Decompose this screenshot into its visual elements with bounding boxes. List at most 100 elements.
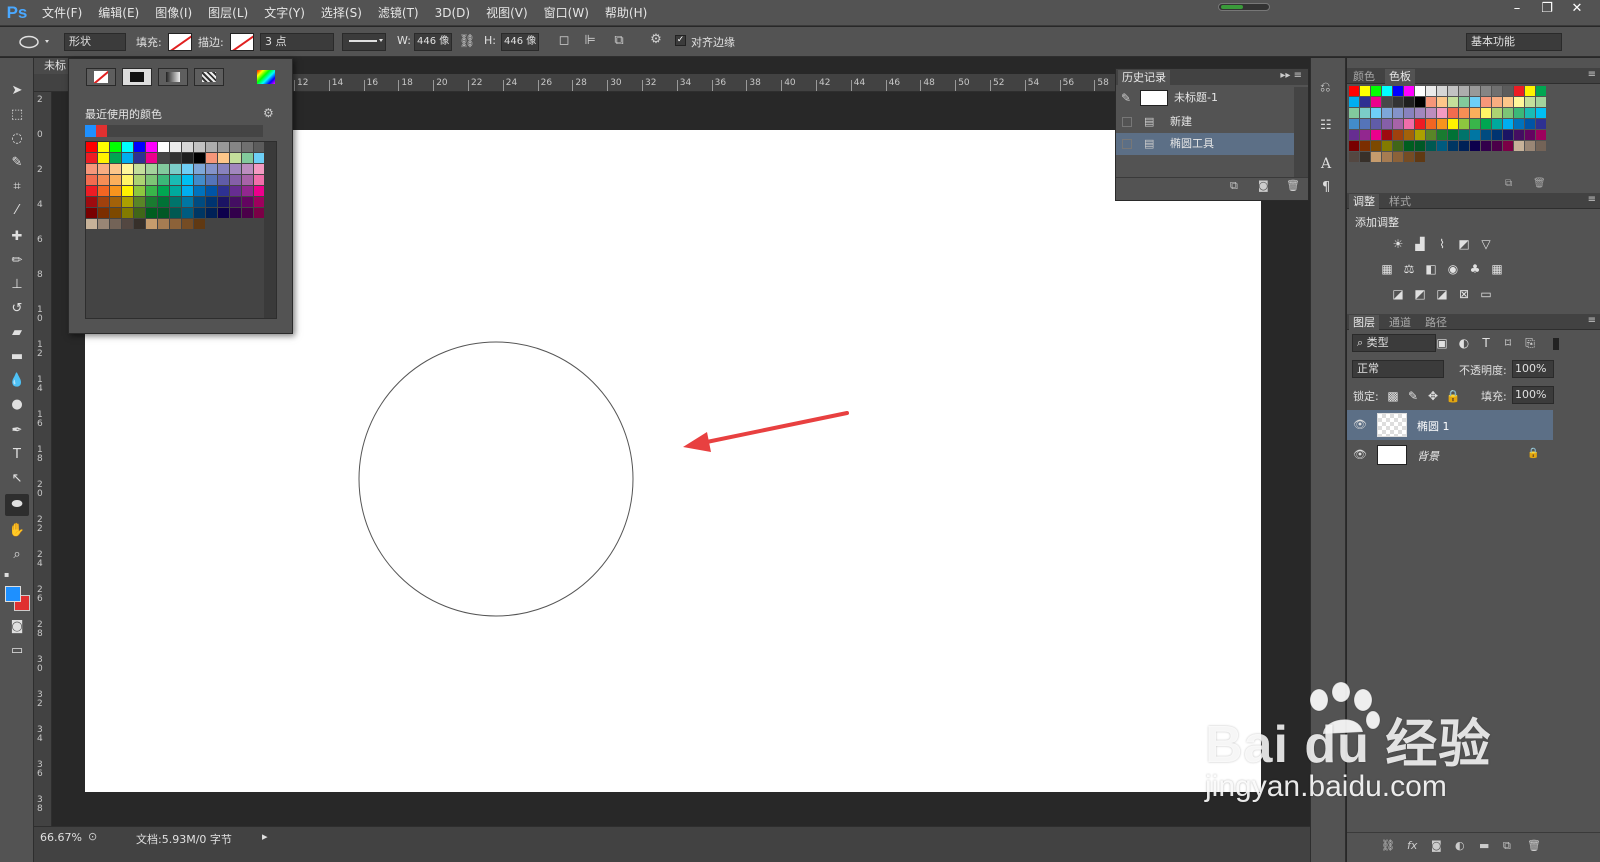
tab-paths[interactable]: 路径 [1421,315,1451,330]
path-arrangement-icon[interactable]: ⧉ [609,33,629,48]
tab-adjustments[interactable]: 调整 [1349,194,1379,209]
color-swatch[interactable] [86,197,97,207]
color-swatch[interactable] [110,208,121,218]
blend-mode-select[interactable]: 正常 [1352,360,1444,378]
swatch-panel-item[interactable] [1415,97,1425,107]
swatch-panel-item[interactable] [1481,108,1491,118]
swatch-panel-item[interactable] [1371,141,1381,151]
stroke-size-input[interactable]: 3 点 [260,33,334,51]
path-select-tool-icon[interactable]: ↖ [5,468,29,490]
color-swatch[interactable] [218,197,229,207]
layer-row-background[interactable]: 👁 背景 🔒 [1347,442,1553,472]
swatch-panel-item[interactable] [1492,130,1502,140]
color-swatch[interactable] [122,175,133,185]
lock-all-icon[interactable]: 🔒 [1445,389,1461,403]
minimize-button[interactable]: – [1502,0,1532,18]
color-swatch[interactable] [230,153,241,163]
quick-select-tool-icon[interactable]: ✎ [5,152,29,174]
color-swatch[interactable] [146,164,157,174]
color-swatch[interactable] [86,142,97,152]
swatch-panel-item[interactable] [1404,86,1414,96]
swatch-panel-item[interactable] [1393,97,1403,107]
swatch-panel-item[interactable] [1525,86,1535,96]
pixel-filter-icon[interactable]: ▣ [1434,336,1450,350]
recent-color-swatch[interactable] [85,125,96,137]
color-swatch[interactable] [230,164,241,174]
trash-icon[interactable]: 🗑 [1286,179,1300,192]
swatch-panel-item[interactable] [1393,86,1403,96]
eye-icon[interactable]: 👁 [1353,418,1367,431]
type-filter-icon[interactable]: T [1478,336,1494,350]
color-swatch[interactable] [170,208,181,218]
swatch-panel-item[interactable] [1393,130,1403,140]
swatch-panel-item[interactable] [1481,119,1491,129]
crop-tool-icon[interactable]: ⌗ [5,176,29,198]
swatch-panel-item[interactable] [1371,86,1381,96]
color-swatch[interactable] [170,186,181,196]
blur-tool-icon[interactable]: 💧 [5,370,29,392]
swatch-panel-item[interactable] [1503,130,1513,140]
workspace-select[interactable]: 基本功能 [1466,33,1562,51]
swatch-panel-item[interactable] [1459,97,1469,107]
color-swatch[interactable] [110,164,121,174]
color-swatch[interactable] [110,219,121,229]
color-swatch[interactable] [98,153,109,163]
color-picker-button[interactable] [257,70,275,84]
swatch-panel-item[interactable] [1437,108,1447,118]
color-swatch[interactable] [122,219,133,229]
color-swatch[interactable] [146,197,157,207]
color-swatch[interactable] [218,175,229,185]
selective-color-icon[interactable]: ⊠ [1456,287,1472,301]
swatch-panel-item[interactable] [1360,108,1370,118]
color-swatch[interactable] [194,142,205,152]
color-swatch[interactable] [110,175,121,185]
swatch-panel-item[interactable] [1382,141,1392,151]
color-swatch[interactable] [158,186,169,196]
swatch-panel-item[interactable] [1415,86,1425,96]
tool-mode-select[interactable]: 形状 [64,33,126,51]
swatch-panel-item[interactable] [1393,108,1403,118]
scrollbar[interactable] [264,142,276,318]
color-swatch[interactable] [158,153,169,163]
color-swatch[interactable] [182,153,193,163]
swatch-panel-item[interactable] [1459,86,1469,96]
color-swatch[interactable] [110,153,121,163]
swatch-panel-item[interactable] [1470,130,1480,140]
swatch-panel-item[interactable] [1437,119,1447,129]
color-swatch[interactable] [146,208,157,218]
gear-icon[interactable]: ⚙ [647,32,665,47]
panel-menu-icon[interactable]: ▸▸ ≡ [1280,70,1302,81]
color-swatch[interactable] [110,142,121,152]
exposure-icon[interactable]: ◩ [1456,237,1472,251]
recent-color-swatch[interactable] [96,125,107,137]
swatch-panel-item[interactable] [1514,108,1524,118]
pen-tool-icon[interactable]: ✒ [5,420,29,442]
info-icon[interactable]: ⊙ [88,830,97,843]
ellipse-tool-icon[interactable]: ⬬ [5,494,29,516]
solid-color-button[interactable] [122,68,152,86]
character-panel-icon[interactable]: A [1321,156,1331,172]
swatch-panel-item[interactable] [1525,130,1535,140]
swatch-panel-item[interactable] [1536,108,1546,118]
link-dimensions-icon[interactable]: ⛓ [458,34,476,49]
swatch-panel-item[interactable] [1525,97,1535,107]
swatch-panel-item[interactable] [1492,97,1502,107]
color-lookup-icon[interactable]: ▦ [1489,262,1505,276]
menu-image[interactable]: 图像(I) [147,0,200,26]
swatch-panel-item[interactable] [1448,130,1458,140]
color-swatch[interactable] [122,142,133,152]
swatch-panel-item[interactable] [1382,119,1392,129]
color-swatch[interactable] [242,208,253,218]
menu-type[interactable]: 文字(Y) [256,0,313,26]
paragraph-panel-icon[interactable]: ¶ [1322,180,1330,195]
gradient-map-icon[interactable]: ▭ [1478,287,1494,301]
color-swatch[interactable] [206,142,217,152]
swatch-panel-item[interactable] [1426,141,1436,151]
swatch-panel-item[interactable] [1437,97,1447,107]
swatch-panel-item[interactable] [1448,108,1458,118]
swatch-panel-item[interactable] [1349,152,1359,162]
hand-tool-icon[interactable]: ✋ [5,520,29,542]
swatch-panel-item[interactable] [1525,108,1535,118]
gradient-tool-icon[interactable]: ▬ [5,346,29,368]
color-swatch[interactable] [170,142,181,152]
